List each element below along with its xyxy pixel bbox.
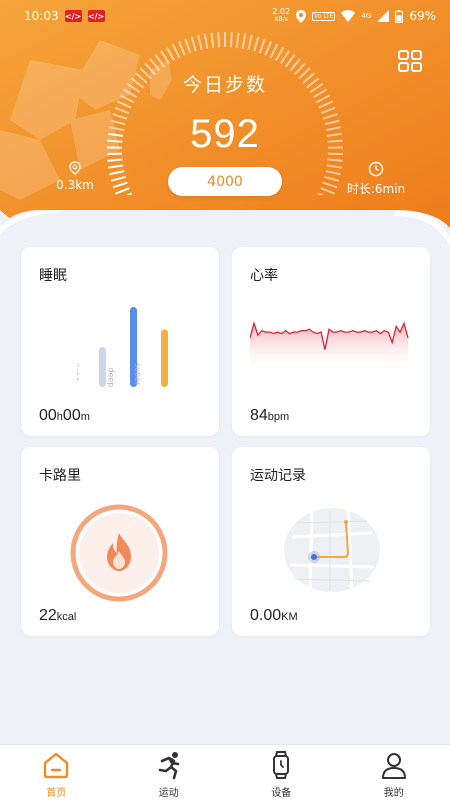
calorie-card[interactable]: 卡路里 22kcal [21, 447, 219, 636]
gauge-tick [177, 40, 186, 56]
home-icon [44, 752, 69, 779]
network-type: 4G [361, 12, 372, 20]
gauge-tick [117, 100, 132, 109]
location-pin-icon [69, 161, 81, 175]
nav-item-home[interactable]: 首页 [0, 745, 113, 800]
location-icon [296, 9, 307, 23]
nav-label-profile: 我的 [383, 788, 404, 799]
gauge-tick [110, 175, 126, 182]
duration-value: 时长:6min [346, 182, 406, 196]
exercise-record-title: 运动记录 [250, 468, 306, 484]
gauge-tick [165, 46, 176, 61]
gauge-tick [318, 100, 333, 109]
heart-rate-chart [250, 321, 409, 372]
sleep-bar-label: sober [133, 363, 142, 386]
duration-stat: 时长:6min [340, 161, 412, 197]
heart-rate-card[interactable]: 心率 84bpm [232, 247, 430, 436]
gauge-tick [284, 54, 296, 68]
gauge-tick [160, 50, 170, 65]
signal-icon [377, 10, 390, 22]
sleep-title: 睡眠 [39, 268, 67, 284]
gauge-tick [171, 43, 181, 59]
steps-goal-button[interactable]: 4000 [168, 167, 282, 196]
app-notification-icon: </> [64, 10, 82, 22]
gauge-tick [317, 192, 324, 195]
distance-stat: 0.3km [50, 161, 100, 192]
gauge-tick [241, 33, 247, 49]
calorie-title: 卡路里 [39, 468, 81, 484]
gauge-tick [322, 181, 338, 189]
nav-item-sport[interactable]: 运动 [113, 745, 226, 800]
sleep-bar-light [99, 347, 106, 387]
calorie-value: 22kcal [39, 607, 77, 624]
calorie-ring [70, 504, 168, 602]
gauge-tick [264, 40, 273, 56]
bottom-nav: 首页 运动 设备 我的 [0, 744, 450, 800]
heart-rate-value: 84bpm [250, 407, 290, 424]
user-icon [381, 753, 406, 779]
gauge-tick [107, 158, 123, 162]
gauge-tick [149, 58, 161, 72]
gauge-tick [289, 58, 301, 72]
gauge-tick [210, 32, 215, 48]
gauge-tick [324, 175, 340, 182]
gauge-tick [320, 187, 335, 195]
exercise-record-value: 0.00KM [250, 607, 298, 624]
sleep-bar-label: deep [106, 367, 115, 387]
wifi-icon [341, 10, 356, 22]
nav-item-device[interactable]: 设备 [225, 745, 338, 800]
gauge-tick [247, 34, 253, 50]
grid-menu-icon[interactable] [397, 49, 423, 73]
battery-level: 69% [409, 9, 436, 23]
gauge-tick [154, 54, 166, 68]
status-time: 10:03 [24, 9, 59, 23]
nav-item-profile[interactable]: 我的 [338, 745, 450, 800]
sleep-bar-label: light [77, 363, 80, 381]
gauge-tick [280, 50, 290, 65]
clock-icon [368, 161, 384, 177]
gauge-tick [274, 46, 285, 61]
route-map-thumbnail [284, 508, 380, 592]
gauge-tick [197, 34, 203, 50]
distance-value: 0.3km [56, 178, 94, 192]
watch-icon [273, 751, 290, 779]
header: 10:03 </> </> 2.02 KB/s Vo LTE 4G 69% 今日… [0, 0, 450, 250]
heart-rate-title: 心率 [250, 268, 278, 284]
gauge-tick [258, 38, 266, 54]
gauge-tick [184, 38, 192, 54]
gauge-tick [126, 192, 133, 195]
exercise-record-card[interactable]: 运动记录 0.00KM [232, 447, 430, 636]
app-notification-icon: </> [87, 10, 105, 22]
nav-label-sport: 运动 [158, 788, 179, 799]
sleep-bar-chart: light deep sober [77, 307, 168, 387]
gauge-tick [115, 187, 130, 195]
battery-icon [395, 9, 404, 23]
net-speed: 2.02 KB/s [272, 7, 291, 24]
gauge-tick [325, 170, 341, 176]
nav-label-device: 设备 [271, 788, 292, 799]
volte-icon: Vo LTE [312, 11, 336, 21]
steps-label: 今日步数 [182, 74, 267, 96]
gauge-tick [253, 36, 260, 52]
gauge-tick [217, 32, 221, 48]
gauge-tick [190, 36, 197, 52]
gauge-tick [109, 170, 125, 176]
steps-value: 592 [190, 112, 260, 156]
sleep-bar-sober [161, 329, 168, 387]
nav-label-home: 首页 [46, 788, 67, 799]
gauge-tick [108, 164, 124, 169]
sleep-value: 00h00m [39, 407, 90, 424]
running-icon [158, 752, 180, 780]
gauge-tick [235, 32, 240, 48]
sleep-card[interactable]: 睡眠 light deep sober 00h00m [21, 247, 219, 436]
gauge-tick [229, 32, 233, 48]
gauge-tick [203, 33, 209, 49]
gauge-tick [112, 181, 128, 189]
gauge-tick [269, 43, 279, 59]
